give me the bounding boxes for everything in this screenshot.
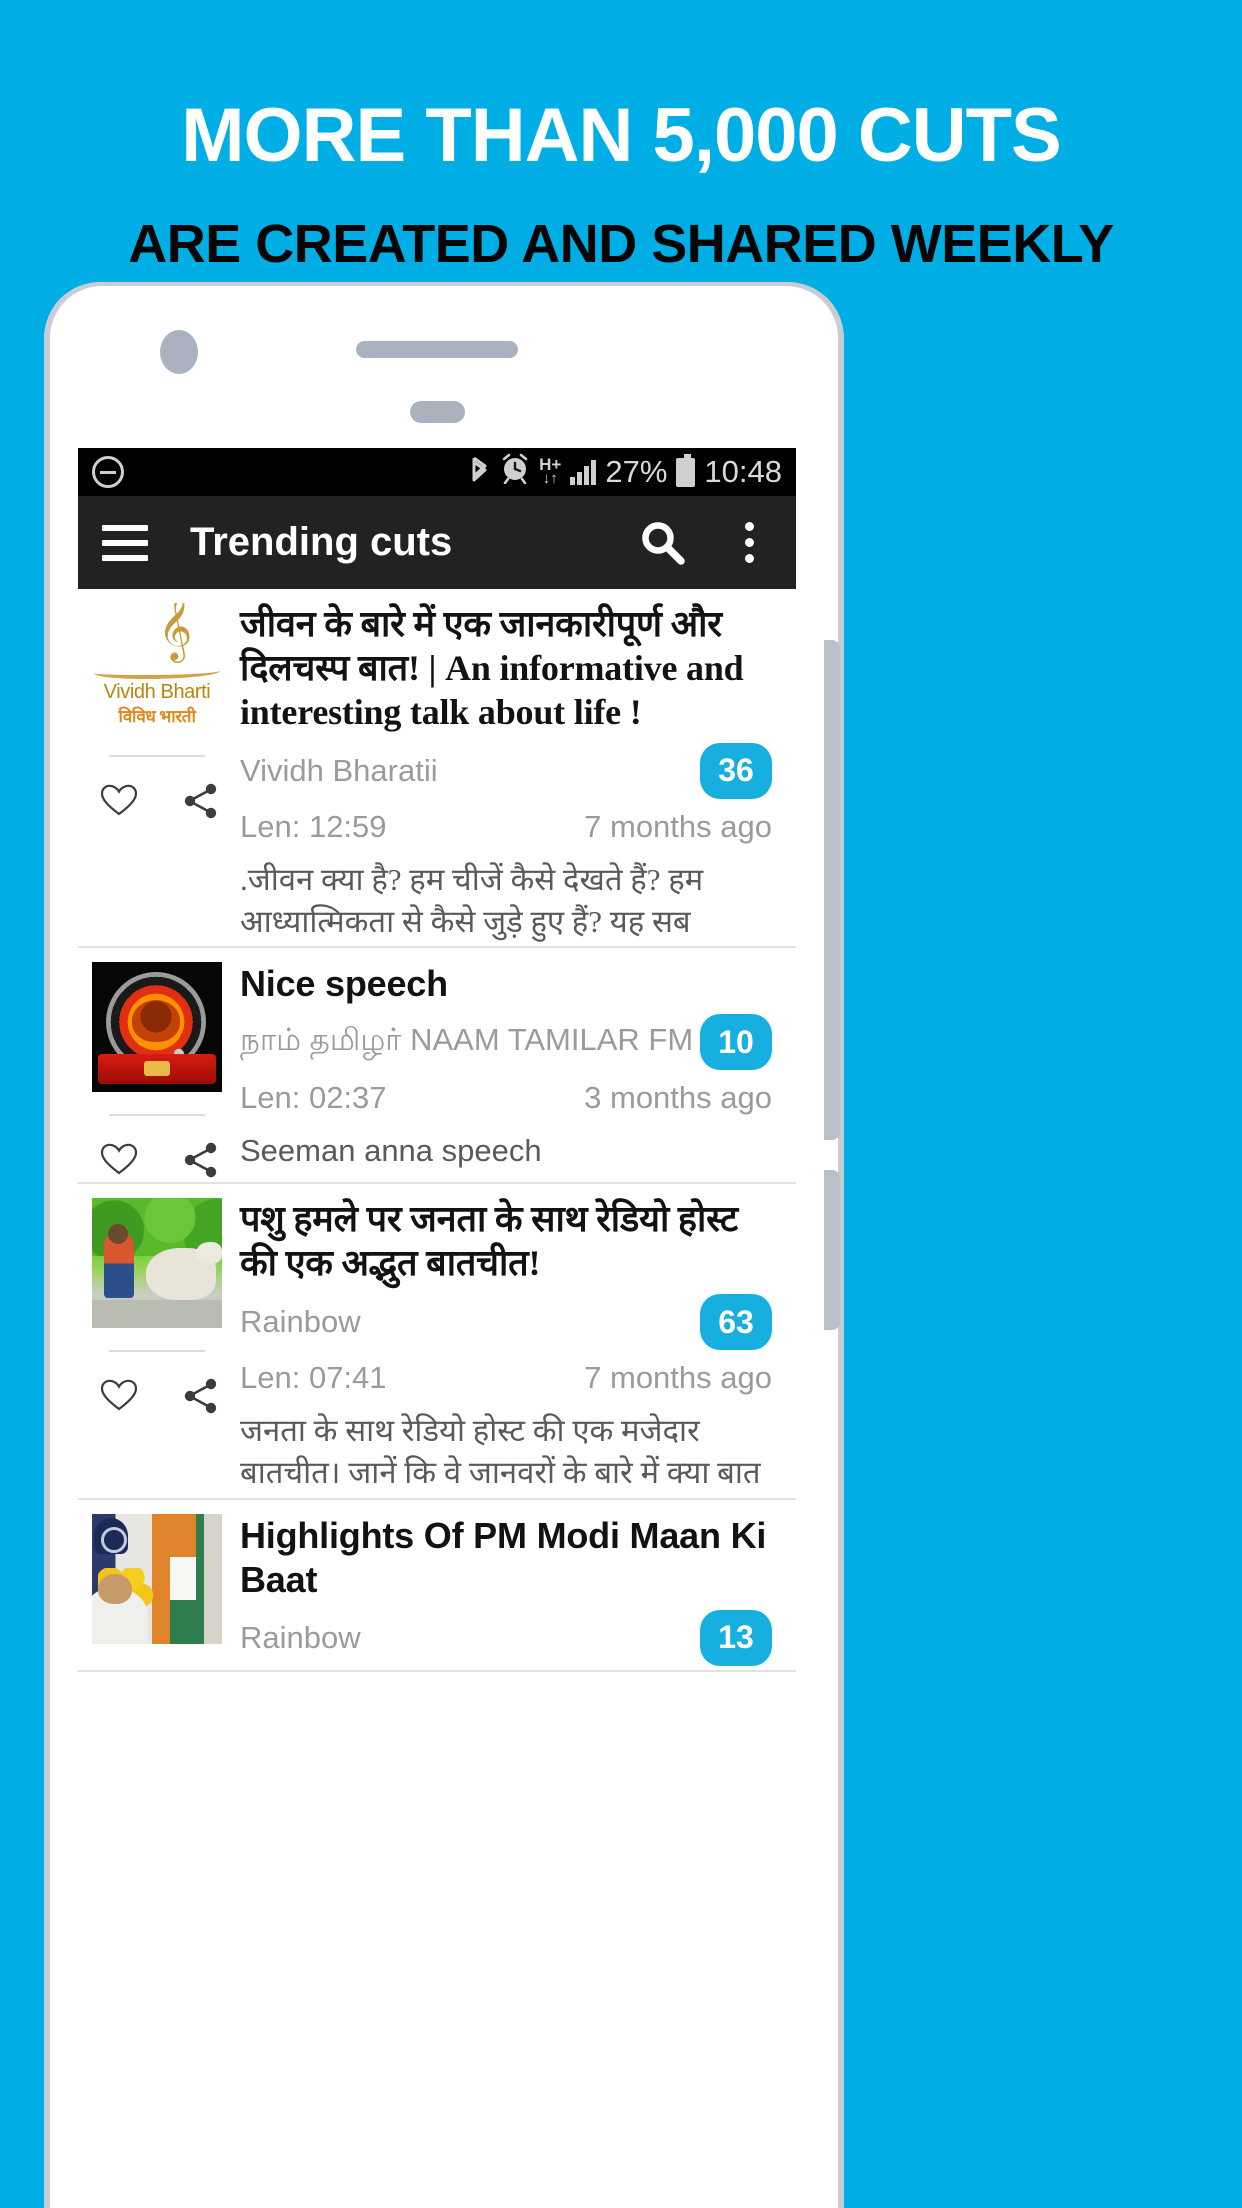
heart-icon[interactable]: [100, 1378, 138, 1412]
thumbnail-label-en: Vividh Bharti: [103, 681, 211, 703]
signal-bars-icon: [570, 459, 597, 485]
alarm-icon: [500, 452, 530, 492]
thumbnail: 𝄞 Vividh Bharti विविध भारती: [92, 603, 222, 733]
app-bar: Trending cuts: [78, 496, 796, 589]
hamburger-menu-icon[interactable]: [82, 496, 168, 589]
clock-label: 10:48: [704, 454, 782, 489]
proximity-sensor: [410, 401, 465, 423]
list-item-channel: Vividh Bharatii: [240, 752, 438, 788]
front-camera-icon: [160, 330, 198, 374]
page-title: Trending cuts: [190, 520, 453, 564]
list-item-content: जीवन के बारे में एक जानकारीपूर्ण और दिलच…: [236, 603, 796, 942]
list-item-left-column: [78, 962, 236, 1178]
list-item[interactable]: 𝄞 Vividh Bharti विविध भारती जीवन के बारे…: [78, 589, 796, 949]
thumbnail-label-hi: विविध भारती: [118, 707, 196, 726]
list-item-content: Nice speech நாம் தமிழர் NAAM TAMILAR FM …: [236, 962, 796, 1178]
share-icon[interactable]: [184, 783, 218, 819]
list-item-description: .जीवन क्या है? हम चीजें कैसे देखते हैं? …: [240, 861, 704, 939]
list-item-length: Len: 07:41: [240, 1360, 387, 1396]
search-icon[interactable]: [620, 496, 706, 589]
heart-icon[interactable]: [100, 783, 138, 817]
list-item-actions: [78, 1142, 236, 1178]
status-badge: 10: [700, 1014, 772, 1071]
treble-clef-icon: 𝄞: [158, 603, 193, 659]
status-badge: 13: [700, 1609, 772, 1666]
promo-headline-primary: MORE THAN 5,000 CUTS: [181, 93, 1062, 178]
list-item-left-column: 𝄞 Vividh Bharti विविध भारती: [78, 603, 236, 942]
list-item-age: 3 months ago: [584, 1080, 772, 1116]
hplus-data-icon: H+ ↓↑: [539, 455, 562, 487]
list-item-content: Highlights Of PM Modi Maan Ki Baat Rainb…: [236, 1514, 796, 1666]
heart-icon[interactable]: [100, 1142, 138, 1176]
share-icon[interactable]: [184, 1142, 218, 1178]
bluetooth-icon: [469, 452, 491, 492]
status-badge: 63: [700, 1294, 772, 1351]
phone-screen: H+ ↓↑ 27% 10:48 Trending cuts 𝄞 Vividh B…: [78, 448, 796, 2208]
list-item-title: जीवन के बारे में एक जानकारीपूर्ण और दिलच…: [240, 604, 744, 732]
list-item-left-column: [78, 1198, 236, 1494]
list-item-age: 7 months ago: [584, 808, 772, 844]
battery-icon: [676, 453, 696, 487]
battery-percent-label: 27%: [605, 454, 668, 489]
status-bar: H+ ↓↑ 27% 10:48: [78, 448, 796, 496]
divider: [109, 755, 205, 757]
earpiece-speaker: [356, 341, 518, 358]
list-item-length: Len: 12:59: [240, 808, 387, 844]
divider: [109, 1350, 205, 1353]
list-item-title: Highlights Of PM Modi Maan Ki Baat: [240, 1514, 767, 1600]
do-not-disturb-icon: [92, 456, 124, 488]
phone-side-button-volume: [824, 640, 840, 1140]
list-item-description: Seeman anna speech: [240, 1133, 542, 1169]
list-item-title: पशु हमले पर जनता के साथ रेडियो होस्ट की …: [240, 1199, 738, 1284]
status-badge: 36: [700, 742, 772, 799]
list-item-channel: Rainbow: [240, 1304, 361, 1340]
thumbnail: [92, 962, 222, 1093]
list-item-length: Len: 02:37: [240, 1080, 387, 1116]
list-item-actions: [78, 783, 236, 819]
list-item-title: Nice speech: [240, 963, 448, 1005]
list-item-actions: [78, 1378, 236, 1414]
list-item[interactable]: Nice speech நாம் தமிழர் NAAM TAMILAR FM …: [78, 948, 796, 1185]
list-item[interactable]: पशु हमले पर जनता के साथ रेडियो होस्ट की …: [78, 1184, 796, 1500]
divider: [109, 1114, 205, 1117]
overflow-menu-icon[interactable]: [706, 496, 792, 589]
list-item-age: 7 months ago: [584, 1360, 772, 1396]
phone-side-button-power: [824, 1170, 840, 1330]
list-item-left-column: [78, 1513, 236, 1666]
promo-headline-secondary: ARE CREATED AND SHARED WEEKLY: [128, 214, 1114, 274]
list-item-description: जनता के साथ रेडियो होस्ट की एक मजेदार बा…: [240, 1413, 761, 1491]
share-icon[interactable]: [184, 1378, 218, 1414]
list-item[interactable]: Highlights Of PM Modi Maan Ki Baat Rainb…: [78, 1500, 796, 1672]
trending-cuts-list: 𝄞 Vividh Bharti विविध भारती जीवन के बारे…: [78, 589, 796, 1672]
list-item-channel: Rainbow: [240, 1619, 361, 1655]
thumbnail: [92, 1513, 222, 1644]
list-item-channel: நாம் தமிழர் NAAM TAMILAR FM: [240, 1022, 694, 1058]
thumbnail: [92, 1198, 222, 1329]
list-item-content: पशु हमले पर जनता के साथ रेडियो होस्ट की …: [236, 1198, 796, 1494]
